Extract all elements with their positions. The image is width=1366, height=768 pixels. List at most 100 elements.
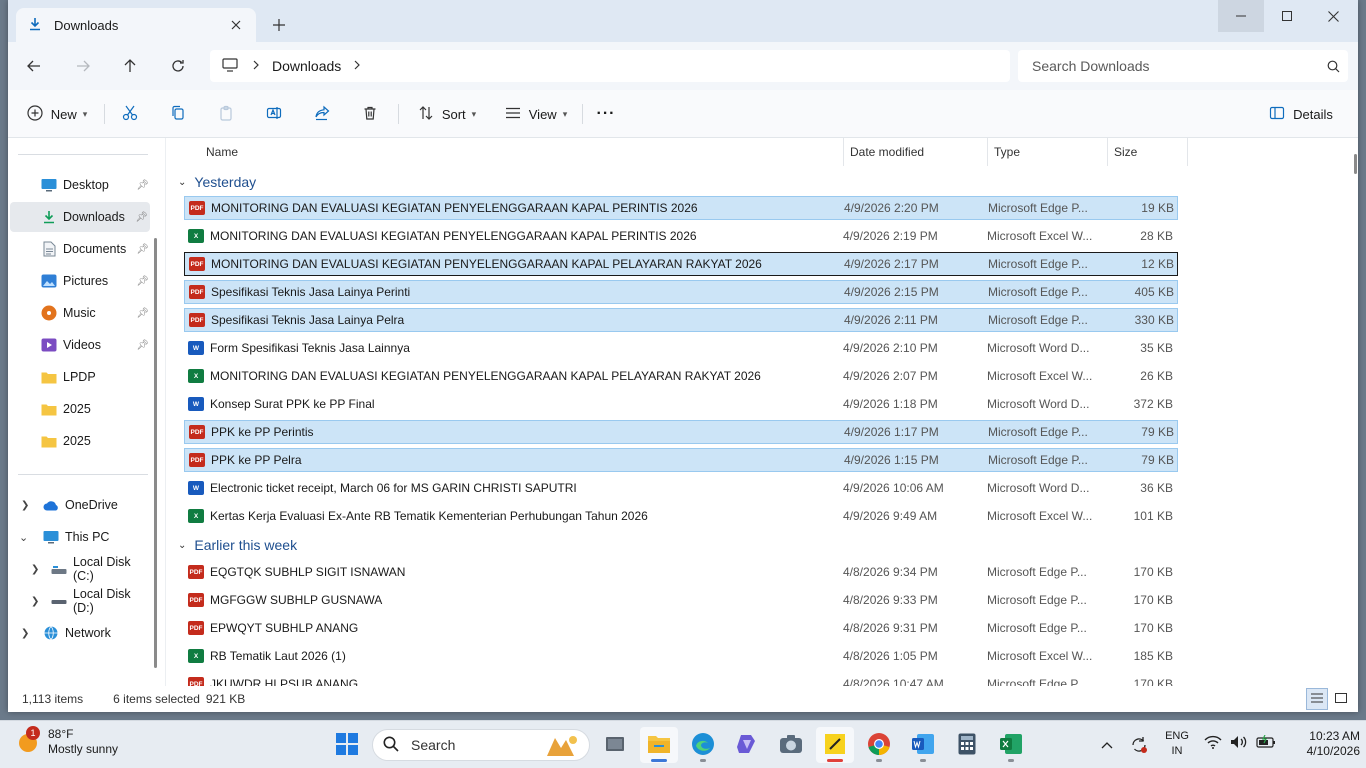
file-row[interactable]: X MONITORING DAN EVALUASI KEGIATAN PENYEL… xyxy=(184,364,1178,388)
taskbar-camera[interactable] xyxy=(772,727,810,763)
nav-item-network[interactable]: ❯ Network xyxy=(11,618,151,648)
start-button[interactable] xyxy=(328,727,366,763)
back-button[interactable] xyxy=(18,52,50,80)
new-tab-button[interactable] xyxy=(266,12,292,38)
tab-downloads[interactable]: Downloads xyxy=(16,8,256,42)
taskbar-excel[interactable] xyxy=(992,727,1030,763)
taskbar-sticky-notes[interactable] xyxy=(816,727,854,763)
nav-item-onedrive[interactable]: ❯ OneDrive xyxy=(11,490,151,520)
weather-widget[interactable]: 1 88°F Mostly sunny xyxy=(16,726,118,757)
file-row[interactable]: PDF MONITORING DAN EVALUASI KEGIATAN PENY… xyxy=(184,252,1178,276)
file-row[interactable]: PDF EPWQYT SUBHLP ANANG 4/8/2026 9:31 PM Mi… xyxy=(184,616,1178,640)
search-icon[interactable] xyxy=(1318,60,1348,73)
sort-button[interactable]: Sort ▾ xyxy=(412,100,482,128)
file-row[interactable]: X MONITORING DAN EVALUASI KEGIATAN PENYEL… xyxy=(184,224,1178,248)
taskbar-word[interactable] xyxy=(904,727,942,763)
taskbar-search[interactable]: Search xyxy=(372,729,590,761)
column-header-date[interactable]: Date modified xyxy=(844,138,988,166)
column-header-size[interactable]: Size xyxy=(1108,138,1188,166)
nav-item-music[interactable]: Music 📌︎ xyxy=(11,298,151,328)
chevron-right-icon[interactable] xyxy=(252,59,260,73)
file-row[interactable]: PDF EQGTQK SUBHLP SIGIT ISNAWAN 4/8/2026 9… xyxy=(184,560,1178,584)
chevron-right-icon[interactable] xyxy=(353,59,361,73)
taskbar-edge[interactable] xyxy=(684,727,722,763)
chevron-right-icon[interactable]: ❯ xyxy=(31,596,39,607)
taskbar-file-explorer[interactable] xyxy=(640,727,678,763)
share-button[interactable] xyxy=(308,100,336,128)
taskbar-copilot[interactable] xyxy=(728,727,766,763)
file-name: PPK ke PP Perintis xyxy=(211,425,314,439)
close-tab-icon[interactable] xyxy=(222,11,250,39)
file-row[interactable]: PDF PPK ke PP Perintis 4/9/2026 1:17 PM Mic… xyxy=(184,420,1178,444)
nav-item-videos[interactable]: Videos 📌︎ xyxy=(11,330,151,360)
nav-scrollbar[interactable] xyxy=(154,238,157,668)
chevron-right-icon[interactable]: ❯ xyxy=(21,500,29,511)
copy-button[interactable] xyxy=(164,100,192,128)
nav-item-folder-lpdp[interactable]: LPDP xyxy=(11,362,151,392)
file-date: 4/9/2026 1:15 PM xyxy=(844,453,939,467)
nav-item-this-pc[interactable]: ⌄ This PC xyxy=(11,522,151,552)
file-row[interactable]: PDF MONITORING DAN EVALUASI KEGIATAN PENY… xyxy=(184,196,1178,220)
nav-item-folder-2025-b[interactable]: 2025 xyxy=(11,426,151,456)
pdf-file-icon: PDF xyxy=(189,313,205,327)
details-view-button[interactable] xyxy=(1306,688,1328,710)
file-row[interactable]: PDF MGFGGW SUBHLP GUSNAWA 4/8/2026 9:33 PM… xyxy=(184,588,1178,612)
file-type: Microsoft Edge P... xyxy=(988,425,1088,439)
file-row[interactable]: PDF JKUWDR HLPSUB ANANG 4/8/2026 10:47 AM M… xyxy=(184,672,1178,686)
nav-item-folder-2025[interactable]: 2025 xyxy=(11,394,151,424)
nav-item-documents[interactable]: Documents 📌︎ xyxy=(11,234,151,264)
file-type: Microsoft Edge P... xyxy=(988,201,1088,215)
file-row[interactable]: X Kertas Kerja Evaluasi Ex-Ante RB Temati… xyxy=(184,504,1178,528)
file-row[interactable]: W Form Spesifikasi Teknis Jasa Lainnya 4/9… xyxy=(184,336,1178,360)
tab-title: Downloads xyxy=(54,17,119,33)
view-button[interactable]: View ▾ xyxy=(500,100,572,128)
file-row[interactable]: PDF Spesifikasi Teknis Jasa Lainya Perint… xyxy=(184,280,1178,304)
content-scrollbar[interactable] xyxy=(1354,154,1357,174)
taskbar-chrome[interactable] xyxy=(860,727,898,763)
paste-button[interactable] xyxy=(212,100,240,128)
address-bar[interactable]: Downloads xyxy=(210,50,1010,82)
file-row[interactable]: X RB Tematik Laut 2026 (1) 4/8/2026 1:05 P… xyxy=(184,644,1178,668)
group-header-earlier[interactable]: ⌄ Earlier this week xyxy=(178,532,297,558)
cut-icon xyxy=(122,105,138,124)
nav-item-local-disk-c[interactable]: ❯ Local Disk (C:) xyxy=(11,554,151,584)
column-header-name[interactable]: Name xyxy=(194,138,844,166)
search-input[interactable]: Search Downloads xyxy=(1018,50,1348,82)
maximize-button[interactable] xyxy=(1264,0,1310,32)
up-button[interactable] xyxy=(114,52,146,80)
cut-button[interactable] xyxy=(116,100,144,128)
group-header-yesterday[interactable]: ⌄ Yesterday xyxy=(178,169,256,195)
sync-icon[interactable] xyxy=(1128,736,1150,754)
refresh-button[interactable] xyxy=(162,52,194,80)
nav-item-pictures[interactable]: Pictures 📌︎ xyxy=(11,266,151,296)
language-indicator[interactable]: ENG IN xyxy=(1160,729,1194,759)
delete-button[interactable] xyxy=(356,100,384,128)
weather-temp: 88°F xyxy=(48,727,74,741)
nav-item-downloads[interactable]: Downloads 📌︎ xyxy=(10,202,150,232)
quick-settings[interactable] xyxy=(1204,734,1276,752)
more-options-button[interactable]: ··· xyxy=(592,100,620,128)
taskbar-task-view[interactable] xyxy=(596,727,634,763)
column-header-type[interactable]: Type xyxy=(988,138,1108,166)
chevron-right-icon[interactable]: ❯ xyxy=(21,628,29,639)
taskbar-calculator[interactable] xyxy=(948,727,986,763)
clock[interactable]: 10:23 AM 4/10/2026 xyxy=(1280,729,1360,759)
file-row[interactable]: W Konsep Surat PPK ke PP Final 4/9/2026 1:… xyxy=(184,392,1178,416)
nav-item-desktop[interactable]: Desktop 📌︎ xyxy=(11,170,151,200)
rename-button[interactable] xyxy=(260,100,288,128)
minimize-button[interactable] xyxy=(1218,0,1264,32)
close-window-button[interactable] xyxy=(1310,0,1356,32)
file-row[interactable]: W Electronic ticket receipt, March 06 for… xyxy=(184,476,1178,500)
file-row[interactable]: PDF PPK ke PP Pelra 4/9/2026 1:15 PM Micros… xyxy=(184,448,1178,472)
details-pane-button[interactable]: Details xyxy=(1266,100,1336,128)
large-icons-view-button[interactable] xyxy=(1330,688,1352,710)
new-button[interactable]: New ▾ xyxy=(24,100,90,128)
chevron-up-icon[interactable] xyxy=(1096,741,1118,749)
chevron-right-icon[interactable]: ❯ xyxy=(31,564,39,575)
breadcrumb[interactable]: Downloads xyxy=(272,58,341,74)
nav-item-local-disk-d[interactable]: ❯ Local Disk (D:) xyxy=(11,586,151,616)
chevron-down-icon[interactable]: ⌄ xyxy=(19,531,28,544)
forward-button[interactable] xyxy=(67,52,99,80)
file-row[interactable]: PDF Spesifikasi Teknis Jasa Lainya Pelra 4… xyxy=(184,308,1178,332)
file-type: Microsoft Edge P... xyxy=(988,453,1088,467)
